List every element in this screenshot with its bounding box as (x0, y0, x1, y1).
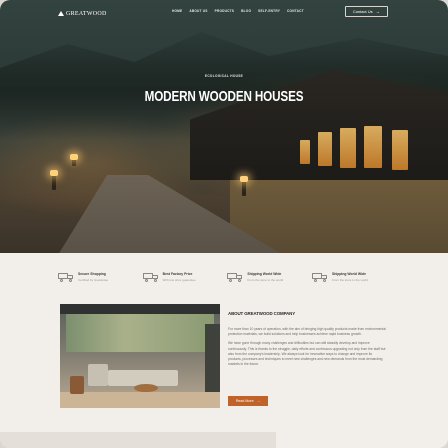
window-glow (364, 126, 382, 168)
feature-subtitle: With low price guarantee (162, 277, 196, 282)
lamp-icon (240, 176, 248, 196)
truck-icon (311, 272, 328, 282)
read-more-label: Read More (235, 399, 254, 403)
page: GREATWOOD Home About Us Products Blog Se… (0, 0, 448, 448)
lamp-icon (70, 154, 78, 166)
feature-subtitle: Certified by Guarantee (78, 277, 109, 282)
tree-logo-icon (58, 11, 64, 17)
hero-banner: GREATWOOD Home About Us Products Blog Se… (0, 0, 448, 253)
feature-title: Shipping World Wide (331, 272, 366, 277)
hero-eyebrow: ECOLOGICAL HOUSE (204, 74, 244, 78)
truck-icon (142, 272, 159, 282)
truck-icon (227, 272, 243, 282)
feature-title: Best Factory Price (162, 272, 193, 277)
menu-item-home[interactable]: Home (172, 9, 182, 13)
about-paragraph: We have gone through many challenges and… (228, 341, 386, 367)
about-paragraph: For more than 10 years of operation, wit… (228, 327, 386, 337)
about-title: ABOUT GREATWOOD COMPANY (228, 311, 296, 316)
top-navigation: GREATWOOD Home About Us Products Blog Se… (0, 0, 448, 26)
read-more-button[interactable]: Read More → (228, 396, 268, 406)
feature-item: Best Factory Price With low price guaran… (142, 270, 221, 284)
menu-item-blog[interactable]: Blog (241, 9, 251, 13)
window-glow (300, 140, 310, 164)
about-interior-image (60, 304, 220, 408)
lamp-icon (50, 170, 58, 190)
main-menu: Home About Us Products Blog Self-Entry C… (172, 9, 304, 13)
feature-subtitle: From the store to the world (331, 277, 368, 282)
feature-item: Secure Shopping Certified by Guarantee (58, 270, 136, 284)
next-section-strip (0, 432, 276, 448)
contact-button-label: Contact Us (352, 9, 373, 14)
contact-us-button[interactable]: Contact Us → (345, 6, 388, 17)
hero-grass (230, 180, 448, 253)
window-glow (340, 128, 356, 168)
features-bar: Secure Shopping Certified by Guarantee B… (58, 270, 390, 284)
truck-icon (58, 272, 74, 282)
feature-title: Secure Shopping (78, 272, 106, 277)
feature-item: Shipping World Wide From the store to th… (227, 270, 305, 284)
menu-item-contact[interactable]: Contact (287, 9, 304, 13)
window-glow (392, 130, 408, 170)
feature-item: Shipping World Wide From the store to th… (311, 270, 390, 284)
hero-title: MODERN WOODEN HOUSES (144, 88, 304, 105)
window-glow (318, 132, 332, 166)
feature-title: Shipping World Wide (247, 272, 282, 277)
logo-text: GREATWOOD (66, 11, 107, 17)
about-description: For more than 10 years of operation, wit… (228, 327, 386, 371)
menu-item-self-entry[interactable]: Self-Entry (258, 9, 280, 13)
arrow-right-icon: → (375, 9, 381, 14)
feature-subtitle: From the store to the world (247, 277, 284, 282)
arrow-right-icon: → (256, 399, 261, 403)
logo[interactable]: GREATWOOD (58, 8, 107, 20)
menu-item-about[interactable]: About Us (189, 9, 207, 13)
menu-item-products[interactable]: Products (215, 9, 235, 13)
